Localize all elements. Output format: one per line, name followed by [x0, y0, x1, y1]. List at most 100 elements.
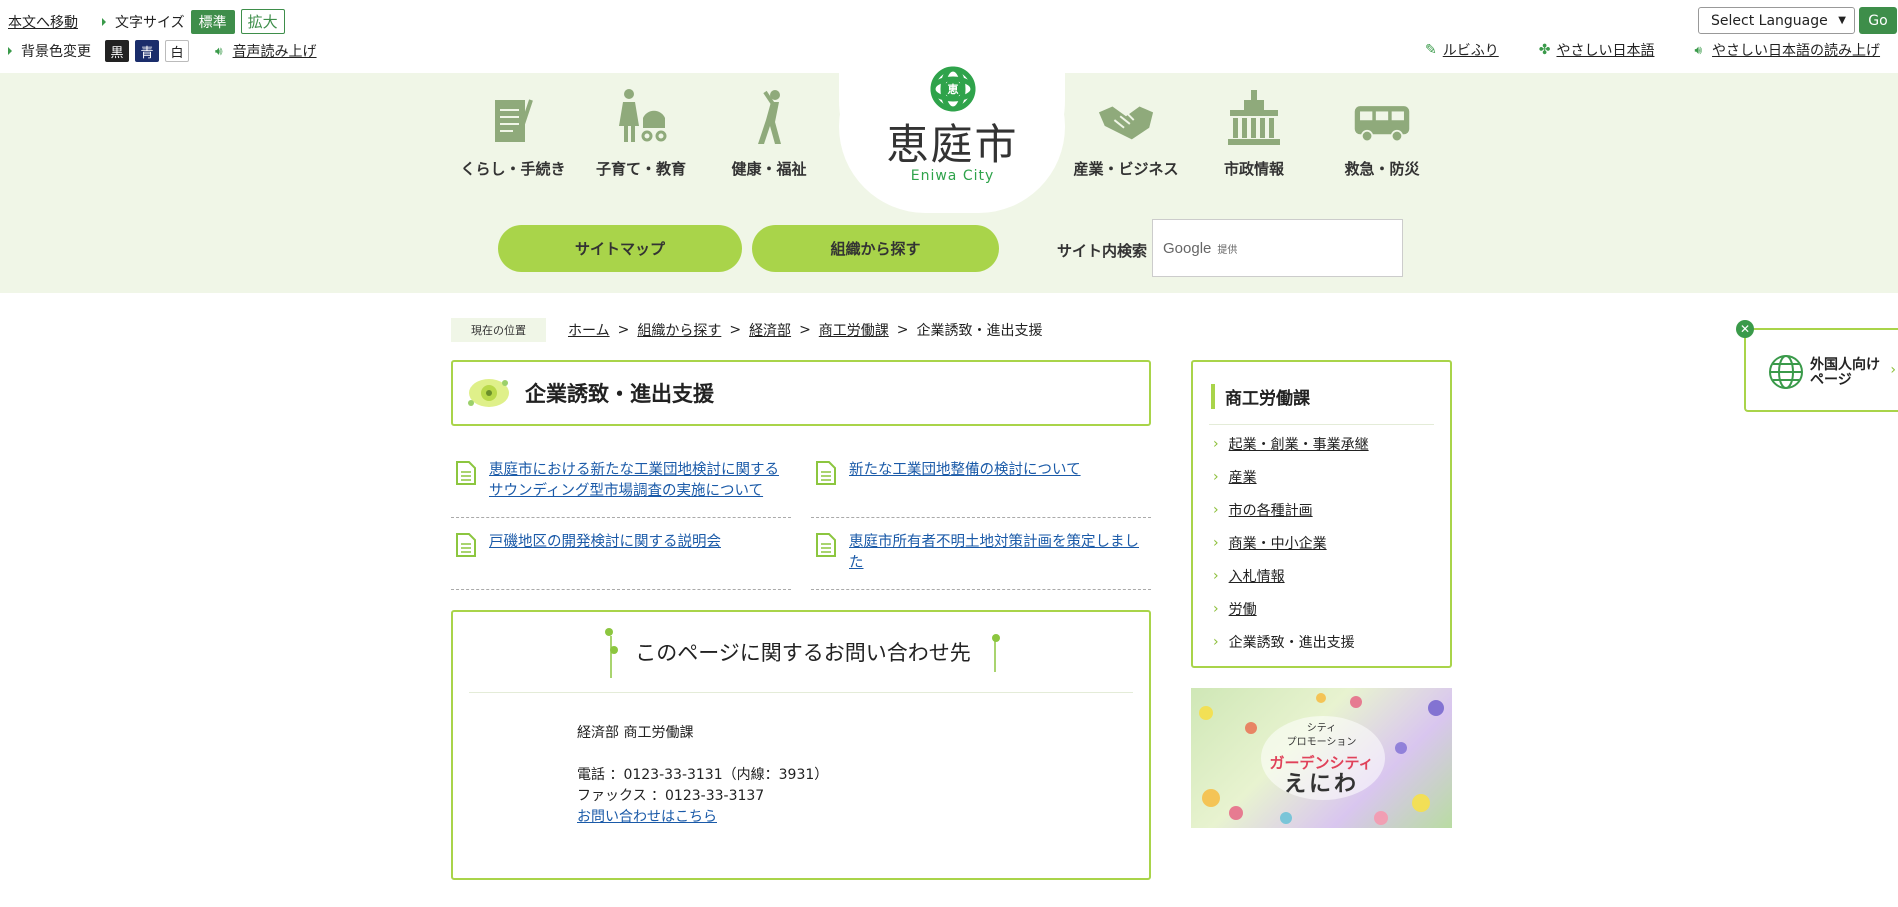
promo-line2: プロモーション [1286, 737, 1357, 748]
search-provided-label: 提供 [1217, 244, 1238, 256]
language-select-value: Select Language [1711, 12, 1828, 29]
nav-emergency[interactable]: 救急・防災 [1322, 88, 1442, 179]
sprout-icon [605, 628, 619, 678]
close-icon[interactable]: ✕ [1736, 320, 1754, 338]
side-nav-item[interactable]: › 起業・創業・事業承継 [1213, 434, 1369, 454]
side-nav-link[interactable]: 入札情報 [1229, 566, 1285, 586]
ruby-link[interactable]: ルビふり [1443, 40, 1499, 60]
logo-kanji: 恵庭市 [886, 120, 1019, 169]
promo-text: シティ プロモーション ガーデンシティ えにわ [1191, 722, 1452, 798]
bg-blue-button[interactable]: 青 [135, 40, 159, 62]
link-text: 恵庭市における新たな工業団地検討に関する [489, 462, 779, 478]
breadcrumb-commerce[interactable]: 商工労働課 [819, 320, 889, 340]
breadcrumb-separator: > [617, 322, 630, 338]
side-nav-link[interactable]: 市の各種計画 [1229, 500, 1313, 520]
easy-japanese-read-link[interactable]: やさしい日本語の読み上げ [1712, 40, 1880, 60]
site-search-input[interactable]: Google 提供 [1152, 219, 1403, 277]
document-icon [815, 460, 837, 490]
language-selector: Select Language ▼ Go [1698, 7, 1897, 34]
breadcrumb-current: 企業誘致・進出支援 [916, 323, 1043, 339]
list-item: 恵庭市における新たな工業団地検討に関する サウンディング型市場調査の実施について [451, 460, 791, 518]
chevron-right-icon: › [1213, 634, 1219, 650]
font-large-button[interactable]: 拡大 [240, 9, 285, 34]
link-text: た [849, 555, 864, 571]
nav-health[interactable]: 健康・福祉 [709, 88, 829, 179]
main-nav-right: 産業・ビジネス 市政情報 救急・防災 [1066, 88, 1442, 179]
contact-form-link[interactable]: お問い合わせはこちら [577, 809, 717, 825]
bg-white-button[interactable]: 白 [165, 40, 189, 62]
bg-color-label: 背景色変更 [21, 44, 91, 60]
main-nav-left: くらし・手続き 子育て・教育 健康・福祉 [453, 88, 829, 179]
link-toiso-briefing[interactable]: 戸磯地区の開発検討に関する説明会 [489, 532, 721, 553]
flower-icon [468, 379, 509, 407]
breadcrumb-separator: > [896, 322, 909, 338]
nav-city-info[interactable]: 市政情報 [1194, 88, 1314, 179]
side-nav-current-label: 企業誘致・進出支援 [1228, 635, 1355, 651]
chevron-right-icon: › [1213, 436, 1219, 452]
ambulance-icon [1354, 106, 1410, 143]
side-nav-item[interactable]: › 商業・中小企業 [1213, 533, 1369, 553]
font-standard-button[interactable]: 標準 [190, 9, 235, 34]
font-size-label: 文字サイズ [115, 14, 185, 31]
speaker-icon: 🔊︎ [215, 43, 223, 58]
language-select[interactable]: Select Language ▼ [1698, 7, 1855, 34]
breadcrumb-separator: > [729, 322, 742, 338]
nav-childcare[interactable]: 子育て・教育 [581, 88, 701, 179]
skip-to-content-link[interactable]: 本文へ移動 [8, 12, 78, 32]
list-item: 新たな工業団地整備の検討について [811, 460, 1151, 518]
side-nav-link[interactable]: 起業・創業・事業承継 [1229, 434, 1369, 454]
chevron-right-icon: › [1890, 362, 1896, 378]
stroller-icon [619, 89, 667, 142]
link-text: 恵庭市所有者不明土地対策計画を策定しまし [849, 534, 1139, 550]
breadcrumb-home[interactable]: ホーム [568, 320, 610, 340]
side-nav-item[interactable]: › 入札情報 [1213, 566, 1369, 586]
sitemap-button[interactable]: サイトマップ [498, 225, 742, 272]
chevron-right-icon: › [1213, 469, 1219, 485]
crest-mark: 恵 [947, 82, 958, 96]
utility-row-2: 背景色変更 黒 青 白 🔊︎ 音声読み上げ [8, 40, 317, 62]
side-nav-link[interactable]: 商業・中小企業 [1229, 533, 1327, 553]
chevron-right-icon: › [1213, 601, 1219, 617]
triangle-icon [8, 47, 12, 55]
link-sounding-survey[interactable]: 恵庭市における新たな工業団地検討に関する サウンディング型市場調査の実施について [489, 460, 779, 502]
nav-business[interactable]: 産業・ビジネス [1066, 88, 1186, 179]
chevron-right-icon: › [1213, 535, 1219, 551]
side-nav-link[interactable]: 産業 [1229, 467, 1257, 487]
foreign-tab-line1: 外国人向け [1810, 357, 1880, 373]
document-pen-icon [495, 99, 533, 142]
side-nav-item[interactable]: › 労働 [1213, 599, 1369, 619]
breadcrumb-by-org[interactable]: 組織から探す [637, 320, 721, 340]
link-unknown-owner-plan[interactable]: 恵庭市所有者不明土地対策計画を策定しました [849, 532, 1139, 574]
document-icon [455, 460, 477, 490]
contact-dept: 経済部 商工労働課 [577, 725, 694, 741]
utility-right: ✎ ルビふり ✤ やさしい日本語 🔊︎ やさしい日本語の読み上げ [1425, 40, 1880, 60]
city-promotion-banner[interactable]: シティ プロモーション ガーデンシティ えにわ [1191, 688, 1452, 828]
chevron-down-icon: ▼ [1838, 15, 1846, 26]
side-nav-item[interactable]: › 産業 [1213, 467, 1369, 487]
contact-header: このページに関するお問い合わせ先 [593, 626, 1013, 678]
list-item: 恵庭市所有者不明土地対策計画を策定しました [811, 532, 1151, 590]
foreign-resident-tab[interactable]: 外国人向け ページ › [1744, 328, 1898, 412]
side-nav-item[interactable]: › 市の各種計画 [1213, 500, 1369, 520]
utility-row-1: 本文へ移動 文字サイズ 標準 拡大 [8, 9, 285, 34]
nav-living-label: くらし・手続き [460, 160, 566, 178]
city-hall-icon [1228, 90, 1280, 145]
side-divider [1209, 424, 1434, 425]
nav-business-label: 産業・ビジネス [1073, 160, 1179, 178]
google-logo: Google [1163, 239, 1212, 257]
read-aloud-link[interactable]: 音声読み上げ [233, 41, 317, 61]
logo-roman: Eniwa City [910, 168, 995, 184]
bg-black-button[interactable]: 黒 [105, 40, 129, 62]
easy-japanese-link[interactable]: やさしい日本語 [1556, 40, 1654, 60]
nav-living[interactable]: くらし・手続き [453, 88, 573, 179]
search-by-org-button[interactable]: 組織から探す [752, 225, 999, 272]
stretching-person-icon [758, 90, 781, 144]
contact-details: 経済部 商工労働課 電話 ：0123-33-3131（内線：3931） ファック… [577, 723, 828, 828]
go-button[interactable]: Go [1859, 7, 1897, 34]
link-industrial-park[interactable]: 新たな工業団地整備の検討について [849, 460, 1081, 481]
sprout-icon [991, 634, 1000, 672]
site-logo[interactable]: 恵 恵庭市 Eniwa City [880, 62, 1025, 184]
clover-icon: ✤ [1538, 42, 1551, 58]
side-nav-link[interactable]: 労働 [1229, 599, 1257, 619]
breadcrumb-economy[interactable]: 経済部 [749, 320, 791, 340]
